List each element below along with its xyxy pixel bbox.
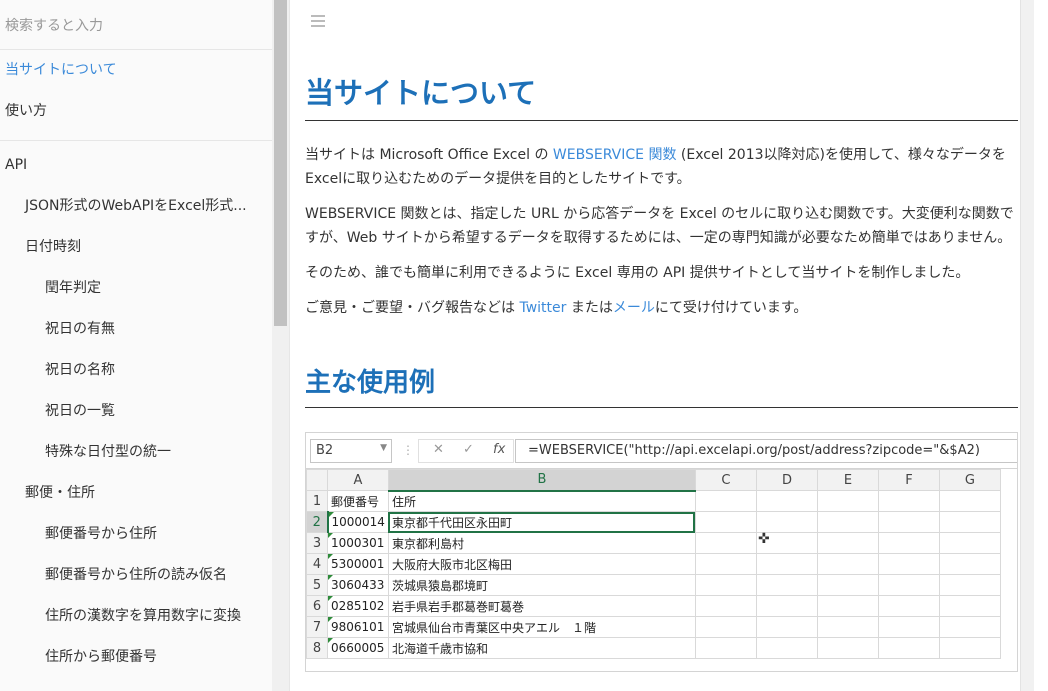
main-content: 当サイトについて 当サイトは Microsoft Office Excel の … xyxy=(290,0,1034,691)
section-title: 主な使用例 xyxy=(305,362,1018,408)
column-header: D xyxy=(755,469,818,491)
row-header: 2 xyxy=(306,511,329,533)
table-row: 3 1000301 東京都利島村 xyxy=(306,532,1001,554)
sidebar-item-json-webapi[interactable]: JSON形式のWebAPIをExcel形式... xyxy=(0,186,272,227)
cell-a: 1000014 xyxy=(327,511,389,533)
row-header: 6 xyxy=(306,595,328,617)
column-header: G xyxy=(938,469,1001,491)
excel-screenshot: B2 ▼ ⋮ ✕ ✓ fx =WEBSERVICE("http://api.exc… xyxy=(305,432,1018,672)
column-header: A xyxy=(327,469,389,491)
formula-bar: B2 ▼ ⋮ ✕ ✓ fx =WEBSERVICE("http://api.exc… xyxy=(306,433,1017,469)
sidebar-item-datetime[interactable]: 日付時刻 xyxy=(0,227,272,268)
table-row: 8 0660005 北海道千歳市協和 xyxy=(306,637,1001,659)
row-header: 1 xyxy=(306,490,328,512)
search-input[interactable]: 検索すると入力 xyxy=(0,0,272,50)
sidebar-item-postal[interactable]: 郵便・住所 xyxy=(0,473,272,514)
cell-b-selected: 東京都千代田区永田町 xyxy=(387,511,696,533)
table-row: 6 0285102 岩手県岩手郡葛巻町葛巻 xyxy=(306,595,1001,617)
sidebar-item-about[interactable]: 当サイトについて xyxy=(0,50,272,91)
twitter-link[interactable]: Twitter xyxy=(519,300,566,316)
row-header: 5 xyxy=(306,574,328,596)
purpose-paragraph: そのため、誰でも簡単に利用できるように Excel 専用の API 提供サイトと… xyxy=(305,265,970,281)
sidebar-item-zip-to-address[interactable]: 郵便番号から住所 xyxy=(0,514,272,555)
cell-b: 茨城県猿島郡境町 xyxy=(387,574,696,596)
column-header: C xyxy=(694,469,757,491)
sidebar-item-date-normalize[interactable]: 特殊な日付型の統一 xyxy=(0,432,272,473)
fx-icon: fx xyxy=(493,442,506,457)
sidebar-divider xyxy=(0,140,272,141)
row-header: 7 xyxy=(306,616,328,638)
cell-a: 郵便番号 xyxy=(327,490,389,512)
formula-input: =WEBSERVICE("http://api.excelapi.org/pos… xyxy=(515,439,1017,463)
cell-a: 9806101 xyxy=(327,616,389,638)
sidebar-item-usage[interactable]: 使い方 xyxy=(0,91,272,132)
table-row: 1 郵便番号 住所 xyxy=(306,490,1001,512)
cell-b: 宮城県仙台市青葉区中央アエル １階 xyxy=(387,616,696,638)
column-header: E xyxy=(816,469,879,491)
table-row: 2 1000014 東京都千代田区永田町 xyxy=(306,511,1001,533)
intro-paragraph: 当サイトは Microsoft Office Excel の WEBSERVIC… xyxy=(305,147,1006,187)
sidebar-item-holiday-name[interactable]: 祝日の名称 xyxy=(0,350,272,391)
sidebar-scrollbar-thumb[interactable] xyxy=(274,0,287,326)
cell-a: 0285102 xyxy=(327,595,389,617)
sidebar-nav: 当サイトについて 使い方 API JSON形式のWebAPIをExcel形式..… xyxy=(0,50,272,678)
cell-b: 東京都利島村 xyxy=(387,532,696,554)
table-row: 5 3060433 茨城県猿島郡境町 xyxy=(306,574,1001,596)
row-header: 8 xyxy=(306,637,328,659)
name-box: B2 ▼ xyxy=(310,439,392,463)
article: 当サイトについて 当サイトは Microsoft Office Excel の … xyxy=(305,70,1018,672)
cell-b: 住所 xyxy=(387,490,696,512)
column-header: B xyxy=(387,469,696,492)
grip-icon: ⋮ xyxy=(402,443,414,457)
cell-b: 大阪府大阪市北区梅田 xyxy=(387,553,696,575)
table-row: 4 5300001 大阪府大阪市北区梅田 xyxy=(306,553,1001,575)
sidebar-item-holiday-list[interactable]: 祝日の一覧 xyxy=(0,391,272,432)
formula-buttons: ✕ ✓ fx xyxy=(418,439,514,463)
check-icon: ✓ xyxy=(463,442,474,457)
sidebar-item-address-to-zip[interactable]: 住所から郵便番号 xyxy=(0,637,272,678)
chevron-down-icon: ▼ xyxy=(380,443,387,453)
spreadsheet-grid: A B C D E F G 1 郵便番号 住所 2 1000014 東京都千代田… xyxy=(306,469,1001,659)
sidebar-item-leap-year[interactable]: 閏年判定 xyxy=(0,268,272,309)
webservice-link[interactable]: WEBSERVICE 関数 xyxy=(553,147,677,163)
sidebar: 検索すると入力 当サイトについて 使い方 API JSON形式のWebAPIをE… xyxy=(0,0,290,691)
cell-b: 岩手県岩手郡葛巻町葛巻 xyxy=(387,595,696,617)
cell-b: 北海道千歳市協和 xyxy=(387,637,696,659)
sidebar-item-holiday-check[interactable]: 祝日の有無 xyxy=(0,309,272,350)
column-header: F xyxy=(877,469,940,491)
cancel-icon: ✕ xyxy=(433,442,444,457)
cell-a: 3060433 xyxy=(327,574,389,596)
sidebar-content: 検索すると入力 当サイトについて 使い方 API JSON形式のWebAPIをE… xyxy=(0,0,272,691)
cursor-icon: ✜ xyxy=(758,531,770,547)
sidebar-item-kanji-number[interactable]: 住所の漢数字を算用数字に変換 xyxy=(0,596,272,637)
cell-a: 5300001 xyxy=(327,553,389,575)
table-row: 7 9806101 宮城県仙台市青葉区中央アエル １階 xyxy=(306,616,1001,638)
main-scrollbar[interactable] xyxy=(1020,0,1034,691)
sidebar-item-api[interactable]: API xyxy=(0,145,272,186)
menu-icon[interactable] xyxy=(311,15,329,31)
cell-a: 0660005 xyxy=(327,637,389,659)
contact-paragraph: ご意見・ご要望・バグ報告などは Twitter またはメールにて受け付けています… xyxy=(305,300,808,316)
mail-link[interactable]: メール xyxy=(613,300,655,316)
row-header: 4 xyxy=(306,553,328,575)
sidebar-scrollbar[interactable] xyxy=(272,0,289,691)
select-all-corner xyxy=(306,469,328,491)
page-title: 当サイトについて xyxy=(305,70,1018,121)
sidebar-item-zip-to-kana[interactable]: 郵便番号から住所の読み仮名 xyxy=(0,555,272,596)
row-header: 3 xyxy=(306,532,328,554)
webservice-paragraph: WEBSERVICE 関数とは、指定した URL から応答データを Excel … xyxy=(305,206,1014,246)
cell-a: 1000301 xyxy=(327,532,389,554)
